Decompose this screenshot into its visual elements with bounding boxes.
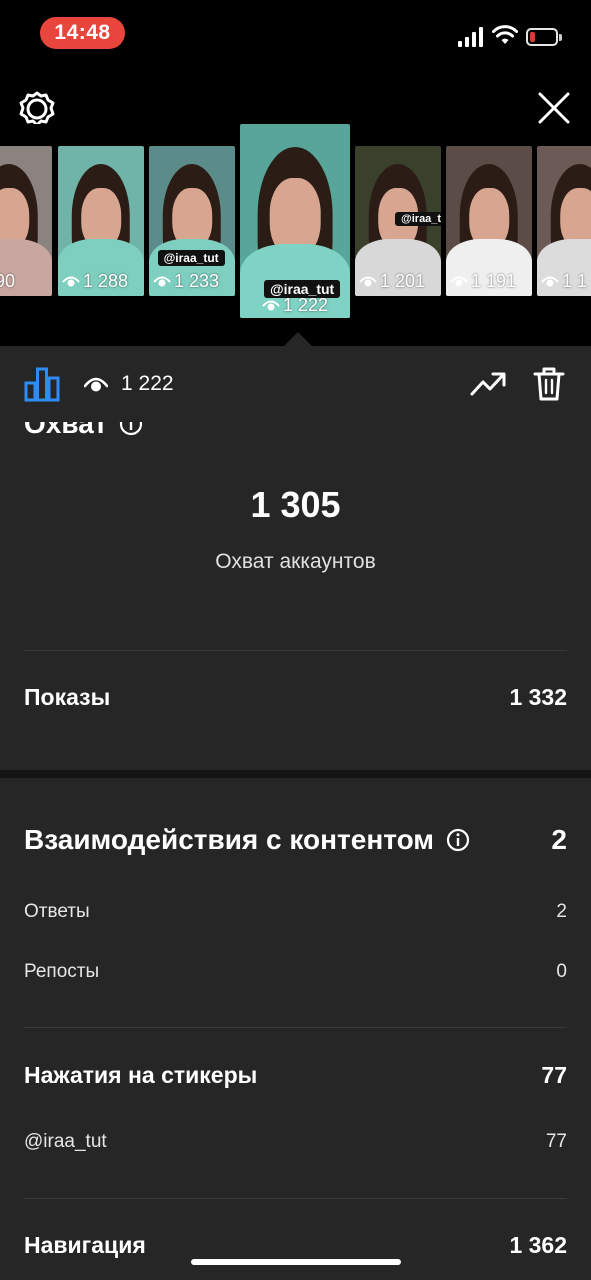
thumbnail-views: 1 290: [0, 271, 15, 292]
status-bar: 14:48: [0, 0, 591, 64]
eye-icon: [359, 276, 377, 287]
bar-chart-icon[interactable]: [24, 366, 60, 402]
wifi-icon: [492, 25, 518, 44]
story-thumbnail-selected[interactable]: @iraa_tut 1 222: [240, 124, 350, 318]
navigation-label: Навигация: [24, 1232, 146, 1258]
info-icon[interactable]: [119, 422, 143, 436]
divider: [24, 1198, 567, 1199]
interactions-heading: Взаимодействия с контентом: [24, 824, 470, 856]
thumbnail-views: 1 201: [359, 271, 425, 292]
thumbnail-views: 1 191: [450, 271, 516, 292]
interactions-value: 2: [551, 824, 567, 855]
replies-row: Ответы 2: [24, 901, 567, 923]
sticker-mention-label: @iraa_tut: [24, 1131, 107, 1152]
status-time[interactable]: 14:48: [40, 17, 125, 49]
eye-icon: [153, 276, 171, 287]
sticker-mention-value: 77: [545, 1131, 567, 1152]
reposts-row: Репосты 0: [24, 961, 567, 983]
story-thumbnail[interactable]: 1 1: [537, 146, 591, 296]
replies-value: 2: [556, 901, 567, 922]
eye-icon: [84, 377, 108, 392]
eye-icon: [450, 276, 468, 287]
reach-value: 1 305: [250, 484, 341, 525]
sticker-taps-row: Нажатия на стикеры 77: [24, 1062, 567, 1089]
battery-tip: [559, 34, 562, 41]
story-thumbnail-strip[interactable]: 1 290 1 288 @iraa_tut 1 233 @iraa_tut 1 …: [0, 124, 591, 346]
thumbnail-view-count: 1 233: [174, 271, 220, 291]
divider: [24, 650, 567, 651]
navigation-value: 1 362: [509, 1232, 567, 1258]
story-thumbnail[interactable]: 1 290: [0, 146, 52, 296]
cellular-signal-icon: [458, 27, 483, 47]
story-thumbnail[interactable]: @iraa_tut 1 201: [355, 146, 441, 296]
sticker-taps-value: 77: [541, 1062, 567, 1088]
info-icon[interactable]: [446, 828, 470, 852]
reach-heading-label: Охват: [24, 422, 108, 439]
story-thumbnail[interactable]: @iraa_tut 1 233: [149, 146, 235, 296]
thumbnail-views: 1 1: [541, 271, 587, 292]
thumbnail-mention-sticker: @iraa_tut: [157, 250, 225, 266]
impressions-label: Показы: [24, 684, 111, 710]
thumbnail-mention-sticker: @iraa_tut: [395, 212, 441, 226]
thumbnail-views: 1 233: [153, 271, 219, 292]
thumbnail-view-count: 1 191: [471, 271, 517, 291]
thumbnail-views: 1 288: [62, 271, 128, 292]
close-icon[interactable]: [536, 90, 572, 126]
divider: [24, 1027, 567, 1028]
thumbnail-view-count: 1 222: [283, 295, 329, 315]
reach-heading: Охват: [24, 422, 143, 440]
story-thumbnail[interactable]: 1 288: [58, 146, 144, 296]
section-separator: [0, 770, 591, 778]
interactions-label: Взаимодействия с контентом: [24, 824, 435, 855]
insights-toolbar: 1 222: [0, 346, 591, 422]
reach-label: Охват аккаунтов: [215, 550, 376, 573]
reposts-label: Репосты: [24, 961, 100, 982]
sticker-taps-label: Нажатия на стикеры: [24, 1062, 258, 1088]
thumbnail-view-count: 1 1: [562, 271, 588, 291]
reposts-value: 0: [556, 961, 567, 982]
interactions-row: Взаимодействия с контентом 2: [24, 824, 567, 856]
trash-icon[interactable]: [532, 366, 566, 402]
eye-icon: [262, 300, 280, 311]
trending-up-icon[interactable]: [470, 368, 506, 398]
replies-label: Ответы: [24, 901, 90, 922]
impressions-value: 1 332: [509, 684, 567, 710]
selected-story-pointer: [283, 332, 313, 347]
thumbnail-view-count: 1 290: [0, 271, 16, 291]
navigation-row: Навигация 1 362: [24, 1232, 567, 1259]
eye-icon: [541, 276, 559, 287]
impressions-row: Показы 1 332: [24, 684, 567, 711]
thumbnail-view-count: 1 201: [380, 271, 426, 291]
home-indicator[interactable]: [191, 1259, 401, 1265]
thumbnail-view-count: 1 288: [83, 271, 129, 291]
battery-icon: [526, 28, 558, 46]
view-count: 1 222: [121, 372, 174, 395]
story-thumbnail[interactable]: 1 191: [446, 146, 532, 296]
eye-icon: [62, 276, 80, 287]
settings-gear-icon[interactable]: [18, 90, 56, 128]
sticker-mention-row: @iraa_tut 77: [24, 1131, 567, 1153]
thumbnail-views: 1 222: [262, 295, 328, 316]
insights-panel[interactable]: Охват 1 305 Охват аккаунтов Показы 1 332…: [0, 422, 591, 1280]
